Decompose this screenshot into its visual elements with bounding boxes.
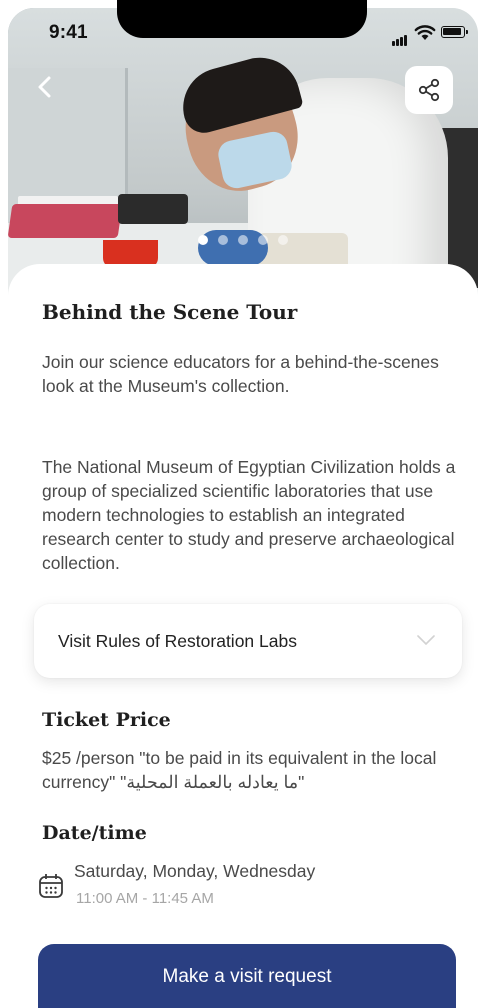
event-title: Behind the Scene Tour bbox=[42, 300, 298, 324]
back-button[interactable] bbox=[32, 72, 58, 102]
rules-accordion-label: Visit Rules of Restoration Labs bbox=[58, 631, 297, 651]
share-icon bbox=[418, 78, 440, 102]
carousel-dot[interactable] bbox=[238, 235, 248, 245]
ticket-price-text: $25 /person "to be paid in its equivalen… bbox=[42, 748, 437, 792]
status-time: 9:41 bbox=[49, 22, 88, 43]
carousel-dot[interactable] bbox=[258, 235, 268, 245]
wifi-icon bbox=[414, 25, 436, 40]
device-notch bbox=[117, 0, 367, 38]
carousel-dot[interactable] bbox=[278, 235, 288, 245]
chevron-down-icon bbox=[417, 635, 435, 646]
ticket-price-heading: Ticket Price bbox=[42, 709, 171, 731]
carousel-dot[interactable] bbox=[198, 235, 208, 245]
carousel-dot[interactable] bbox=[218, 235, 228, 245]
share-button[interactable] bbox=[405, 66, 453, 114]
calendar-icon bbox=[39, 874, 63, 898]
battery-icon bbox=[441, 26, 468, 38]
signal-icon bbox=[392, 28, 408, 46]
event-description: The National Museum of Egyptian Civiliza… bbox=[42, 457, 456, 573]
hero-photo bbox=[8, 8, 478, 308]
schedule-days: Saturday, Monday, Wednesday bbox=[74, 861, 316, 881]
make-visit-request-button[interactable]: Make a visit request bbox=[38, 944, 456, 1008]
date-time-heading: Date/time bbox=[42, 822, 147, 844]
event-intro: Join our science educators for a behind-… bbox=[42, 352, 439, 396]
rules-accordion[interactable]: Visit Rules of Restoration Labs bbox=[34, 604, 462, 678]
event-detail-screen: 9:41 Behind the Scene Tour Join our scie… bbox=[0, 0, 486, 1008]
back-arrow-icon bbox=[38, 76, 51, 98]
schedule-hours: 11:00 AM - 11:45 AM bbox=[76, 890, 214, 907]
status-bar: 9:41 bbox=[0, 0, 486, 50]
carousel-indicator bbox=[198, 235, 288, 245]
